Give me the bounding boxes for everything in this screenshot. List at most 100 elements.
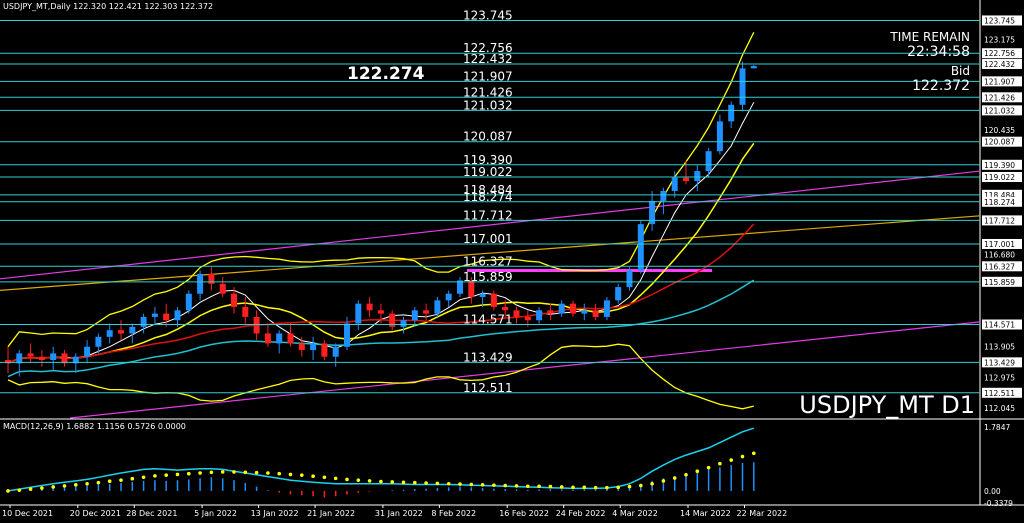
macd-signal-dot — [752, 451, 756, 456]
macd-signal-dot — [526, 484, 530, 489]
macd-signal-dot — [605, 485, 609, 490]
level-label: 121.032 — [463, 98, 513, 112]
macd-signal-dot — [17, 488, 22, 492]
level-axis-label: 115.859 — [984, 278, 1015, 287]
candle-body — [27, 353, 34, 357]
candle-body — [502, 306, 509, 311]
macd-signal-dot — [503, 483, 508, 488]
level-axis-label: 113.429 — [984, 358, 1015, 367]
macd-signal-dot — [141, 475, 146, 480]
candle-body — [637, 224, 644, 271]
level-axis-label: 120.087 — [984, 138, 1015, 147]
candle-body — [118, 330, 124, 334]
candle-body — [344, 323, 350, 347]
candle-body — [264, 333, 271, 344]
candle-body — [423, 310, 430, 314]
candle-body — [151, 313, 158, 317]
candle-body — [479, 293, 486, 298]
candle-body — [50, 353, 57, 360]
macd-signal-dot — [593, 485, 598, 490]
candle-body — [253, 316, 260, 334]
candle-body — [728, 104, 735, 122]
level-axis-label: 117.712 — [984, 216, 1015, 225]
level-axis-label: 118.274 — [984, 198, 1015, 207]
candle-body — [185, 293, 192, 311]
candle-body — [242, 306, 249, 317]
price-tick-label: 123.175 — [984, 35, 1015, 44]
price-chart: 123.745 123.745122.756 122.756122.432 122.4… — [0, 0, 1024, 523]
candle-body — [411, 310, 418, 321]
macd-signal-dot — [413, 480, 417, 485]
candle-body — [739, 68, 746, 105]
level-axis-label: 119.390 — [984, 161, 1015, 170]
time-tick-label: 28 Dec 2021 — [126, 509, 177, 518]
candle-body — [513, 310, 520, 317]
level-axis-label: 121.907 — [984, 77, 1015, 86]
macd-signal-dot — [74, 483, 78, 487]
macd-signal-dot — [672, 476, 677, 480]
level-axis-label: 119.022 — [984, 173, 1015, 182]
level-axis-label: 121.032 — [984, 106, 1015, 115]
level-label: 116.327 — [463, 254, 513, 268]
candle-body — [581, 310, 588, 314]
level-label: 112.511 — [463, 381, 513, 395]
macd-signal-dot — [300, 473, 304, 477]
macd-signal-dot — [6, 489, 10, 493]
level-label: 119.022 — [463, 165, 513, 179]
macd-signal-dot — [684, 472, 688, 477]
macd-signal-dot — [435, 481, 440, 486]
candle-body — [332, 346, 339, 357]
macd-signal-dot — [40, 486, 44, 490]
candle-body — [434, 300, 441, 314]
candle-body — [490, 293, 497, 307]
macd-signal-dot — [243, 470, 248, 475]
level-axis-label: 116.327 — [984, 262, 1015, 271]
bid-value: 122.372 — [912, 78, 970, 94]
candle-body — [106, 330, 113, 337]
watermark: USDJPY_MT D1 — [799, 391, 975, 419]
macd-signal-dot — [706, 465, 711, 470]
current-price-label: 122.274 — [347, 64, 425, 84]
candle-body — [445, 293, 452, 301]
level-label: 121.907 — [463, 69, 513, 83]
macd-label: MACD(12,26,9) 1.6882 1.1156 0.5726 0.000… — [3, 422, 186, 431]
macd-signal-dot — [62, 484, 67, 488]
candle-body — [287, 333, 294, 344]
candle-body — [276, 333, 283, 344]
macd-signal-dot — [514, 484, 519, 488]
candle-body — [536, 310, 543, 321]
time-tick-label: 20 Dec 2021 — [70, 509, 121, 518]
candle-body — [61, 353, 68, 364]
macd-signal-dot — [582, 485, 587, 490]
macd-signal-dot — [85, 481, 89, 486]
candle-body — [231, 293, 237, 307]
macd-signal-dot — [266, 471, 270, 475]
candle-body — [750, 66, 757, 69]
candle-body — [547, 310, 554, 314]
level-label: 121.426 — [463, 85, 513, 99]
macd-signal-dot — [187, 471, 191, 476]
macd-signal-dot — [492, 483, 496, 487]
candle-body — [38, 356, 45, 360]
macd-signal-dot — [458, 482, 462, 486]
macd-signal-dot — [469, 482, 474, 487]
time-tick-label: 8 Feb 2022 — [431, 509, 476, 518]
candle-body — [310, 343, 317, 351]
time-tick-label: 5 Jan 2022 — [194, 509, 237, 518]
level-label: 123.745 — [463, 8, 513, 22]
candle-body — [705, 151, 712, 172]
level-label: 118.274 — [463, 190, 513, 204]
candle-body — [298, 343, 305, 351]
candle-body — [219, 283, 226, 294]
macd-signal-dot — [333, 476, 338, 481]
bid-label: Bid — [951, 64, 970, 78]
macd-signal-dot — [729, 458, 733, 462]
macd-tick-label: 0.00 — [984, 487, 1001, 496]
macd-signal-dot — [232, 470, 236, 474]
macd-signal-dot — [51, 485, 55, 489]
price-tick-label: 113.905 — [984, 343, 1015, 352]
macd-signal-dot — [254, 470, 259, 475]
candle-body — [321, 343, 328, 357]
candle-body — [626, 270, 633, 288]
time-remain-value: 22:34:58 — [907, 44, 970, 60]
